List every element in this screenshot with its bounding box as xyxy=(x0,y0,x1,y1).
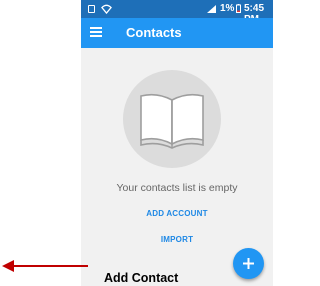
page-title: Contacts xyxy=(126,25,182,40)
empty-list-message: Your contacts list is empty xyxy=(116,182,238,194)
battery-icon xyxy=(236,4,241,13)
add-contact-annotation: Add Contact xyxy=(104,271,179,285)
import-button[interactable]: IMPORT xyxy=(81,235,273,244)
empty-state-illustration xyxy=(123,70,221,168)
battery-percentage: 1% xyxy=(220,3,235,14)
plus-icon xyxy=(243,258,254,269)
status-bar: 1% 5:45 PM xyxy=(81,0,273,25)
add-contact-fab[interactable] xyxy=(233,248,264,279)
menu-icon[interactable] xyxy=(90,27,102,37)
signal-icon xyxy=(207,5,216,13)
add-account-button[interactable]: ADD ACCOUNT xyxy=(81,209,273,218)
red-arrow-annotation xyxy=(2,260,88,272)
wifi-icon xyxy=(101,4,112,14)
app-bar: Contacts xyxy=(81,18,273,48)
sim-card-icon xyxy=(88,5,95,13)
open-book-icon xyxy=(140,93,204,149)
phone-screen: 1% 5:45 PM Contacts Your contacts list i… xyxy=(81,0,273,286)
